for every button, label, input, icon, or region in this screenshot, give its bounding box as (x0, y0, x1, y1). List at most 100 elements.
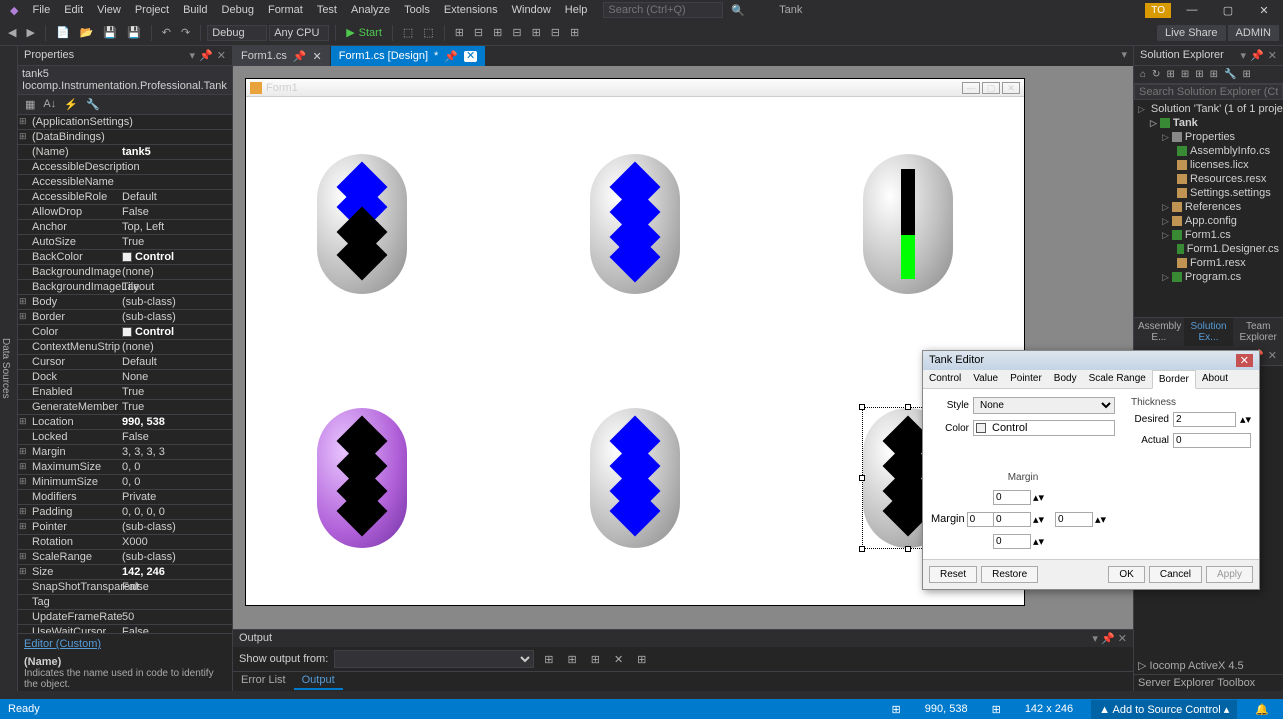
close-icon[interactable]: ✕ (1268, 349, 1277, 362)
close-icon[interactable]: ✕ (1118, 633, 1127, 645)
desired-input[interactable] (1173, 412, 1236, 427)
se-search-input[interactable] (1134, 84, 1283, 100)
close-icon[interactable]: ✕ (217, 49, 226, 62)
redo-icon[interactable]: ↷ (177, 24, 194, 41)
search-icon[interactable]: 🔍 (725, 2, 751, 19)
notification-icon[interactable]: 🔔 (1249, 703, 1275, 716)
form-max-icon[interactable]: ▢ (982, 82, 1000, 94)
prop-icon[interactable]: 🔧 (83, 97, 103, 112)
expand-icon[interactable]: ▷ (1162, 230, 1169, 241)
align-icon[interactable]: ⊞ (451, 24, 468, 41)
menu-extensions[interactable]: Extensions (438, 2, 504, 18)
property-value[interactable] (118, 130, 232, 144)
property-row[interactable]: SnapShotTransparent False (18, 580, 232, 595)
dialog-tab[interactable]: Border (1152, 370, 1196, 389)
property-value[interactable]: Control (118, 250, 232, 264)
expand-icon[interactable]: ▷ (1162, 202, 1169, 213)
property-value[interactable]: (none) (118, 340, 232, 354)
color-value[interactable]: Control (992, 422, 1027, 434)
menu-tools[interactable]: Tools (398, 2, 436, 18)
panel-tab[interactable]: Assembly E... (1134, 318, 1184, 346)
config-dropdown[interactable]: Debug (207, 25, 267, 41)
property-value[interactable]: True (118, 235, 232, 249)
se-icon[interactable]: ⊞ (1193, 68, 1205, 81)
margin-bottom-input[interactable] (993, 534, 1031, 549)
property-row[interactable]: Cursor Default (18, 355, 232, 370)
align-icon[interactable]: ⊞ (566, 24, 583, 41)
dialog-tab[interactable]: Scale Range (1083, 370, 1152, 388)
se-icon[interactable]: ⊞ (1240, 68, 1252, 81)
panel-tab[interactable]: Team Explorer (1233, 318, 1283, 346)
align-icon[interactable]: ⊟ (547, 24, 564, 41)
property-value[interactable]: False (118, 205, 232, 219)
property-row[interactable]: Locked False (18, 430, 232, 445)
tree-node[interactable]: ▷ Form1.cs (1134, 228, 1283, 242)
property-row[interactable]: Anchor Top, Left (18, 220, 232, 235)
tb-icon[interactable]: ⬚ (419, 24, 437, 41)
minimize-icon[interactable]: — (1177, 2, 1207, 18)
menu-analyze[interactable]: Analyze (345, 2, 396, 18)
margin-all-input[interactable] (993, 512, 1031, 527)
property-value[interactable]: Default (118, 190, 232, 204)
property-row[interactable]: MaximumSize 0, 0 (18, 460, 232, 475)
property-object-selector[interactable]: tank5 Iocomp.Instrumentation.Professiona… (18, 66, 232, 95)
property-value[interactable]: False (118, 430, 232, 444)
expand-icon[interactable]: ▷ (1150, 118, 1157, 129)
property-row[interactable]: (DataBindings) (18, 130, 232, 145)
toolbox-category[interactable]: ▷ Iocomp ActiveX 4.5 (1134, 657, 1283, 674)
property-row[interactable]: Padding 0, 0, 0, 0 (18, 505, 232, 520)
se-icon[interactable]: ↻ (1150, 68, 1162, 81)
property-value[interactable]: (none) (118, 265, 232, 279)
property-row[interactable]: AccessibleName (18, 175, 232, 190)
property-value[interactable]: False (118, 625, 232, 633)
save-icon[interactable]: 💾 (99, 24, 121, 41)
user-badge[interactable]: TO (1145, 3, 1171, 18)
tank-control[interactable] (317, 154, 407, 294)
dialog-tab[interactable]: About (1196, 370, 1234, 388)
property-row[interactable]: Modifiers Private (18, 490, 232, 505)
output-icon[interactable]: ⊞ (587, 651, 604, 668)
property-row[interactable]: Pointer (sub-class) (18, 520, 232, 535)
align-icon[interactable]: ⊟ (508, 24, 525, 41)
ok-button[interactable]: OK (1108, 566, 1144, 583)
search-input[interactable] (603, 2, 723, 18)
property-value[interactable]: (sub-class) (118, 295, 232, 309)
tree-node[interactable]: ▷ App.config (1134, 214, 1283, 228)
property-row[interactable]: AccessibleDescription (18, 160, 232, 175)
tab-close-icon[interactable]: ✕ (313, 50, 322, 63)
close-icon[interactable]: ✕ (1268, 49, 1277, 62)
tree-node[interactable]: ▷ Program.cs (1134, 270, 1283, 284)
property-row[interactable]: (Name) tank5 (18, 145, 232, 160)
dialog-close-icon[interactable]: ✕ (1236, 354, 1253, 367)
output-icon[interactable]: ⊞ (564, 651, 581, 668)
property-value[interactable]: tank5 (118, 145, 232, 159)
output-icon[interactable]: ⊞ (633, 651, 650, 668)
tabs-dropdown-icon[interactable]: ▾ (1115, 46, 1133, 66)
menu-debug[interactable]: Debug (216, 2, 260, 18)
toolbox-bottom-tabs[interactable]: Server Explorer Toolbox (1134, 674, 1283, 691)
dialog-tab[interactable]: Control (923, 370, 967, 388)
property-value[interactable]: Private (118, 490, 232, 504)
property-value[interactable]: (sub-class) (118, 520, 232, 534)
align-icon[interactable]: ⊞ (528, 24, 545, 41)
platform-dropdown[interactable]: Any CPU (269, 25, 329, 41)
property-value[interactable]: Control (118, 325, 232, 339)
tree-node[interactable]: Form1.resx (1134, 256, 1283, 270)
pin-icon[interactable]: 📌 (199, 49, 213, 62)
property-value[interactable]: 50 (118, 610, 232, 624)
property-row[interactable]: Location 990, 538 (18, 415, 232, 430)
se-icon[interactable]: ⊞ (1208, 68, 1220, 81)
output-tab[interactable]: Error List (233, 672, 294, 690)
output-icon[interactable]: ⊞ (540, 651, 557, 668)
align-icon[interactable]: ⊞ (489, 24, 506, 41)
property-value[interactable]: Default (118, 355, 232, 369)
categorized-icon[interactable]: ▦ (22, 97, 38, 112)
alphabetical-icon[interactable]: A↓ (40, 97, 59, 112)
property-row[interactable]: Body (sub-class) (18, 295, 232, 310)
margin-right-input[interactable] (1055, 512, 1093, 527)
property-row[interactable]: BackgroundImageLayout Tile (18, 280, 232, 295)
dialog-tab[interactable]: Pointer (1004, 370, 1048, 388)
se-icon[interactable]: 🔧 (1222, 68, 1238, 81)
reset-button[interactable]: Reset (929, 566, 977, 583)
data-sources-tab[interactable]: Data Sources (0, 46, 18, 691)
